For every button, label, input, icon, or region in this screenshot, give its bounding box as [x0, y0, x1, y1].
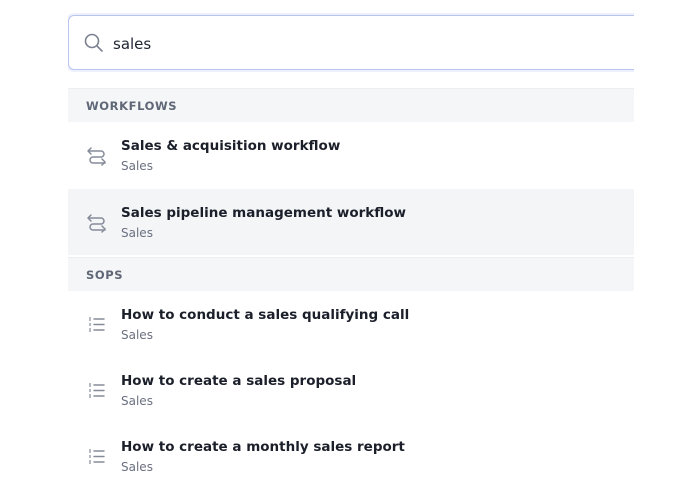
item-title: How to create a sales proposal	[121, 373, 357, 389]
item-title: Sales & acquisition workflow	[121, 138, 341, 154]
numbered-list-icon	[86, 445, 108, 467]
numbered-list-icon	[86, 313, 108, 335]
item-title: Sales pipeline management workflow	[121, 205, 407, 221]
item-title: How to create a monthly sales report	[121, 439, 405, 455]
item-category: Sales	[121, 460, 153, 474]
numbered-list-icon	[86, 379, 108, 401]
section-header-workflows: WORKFLOWS	[68, 88, 634, 122]
list-item[interactable]: Sales & acquisition workflow Sales	[68, 122, 634, 188]
search-icon	[83, 32, 105, 54]
list-item[interactable]: How to conduct a sales qualifying call S…	[68, 291, 634, 357]
item-category: Sales	[121, 159, 153, 173]
workflow-icon	[86, 211, 108, 233]
section-header-sops: SOPS	[68, 257, 634, 291]
list-item[interactable]: Sales pipeline management workflow Sales	[68, 189, 634, 255]
search-box[interactable]	[68, 15, 634, 70]
item-category: Sales	[121, 328, 153, 342]
item-title: How to conduct a sales qualifying call	[121, 307, 410, 323]
search-input[interactable]	[113, 32, 593, 56]
list-item[interactable]: How to create a monthly sales report Sal…	[68, 423, 634, 489]
item-category: Sales	[121, 394, 153, 408]
workflow-icon	[86, 144, 108, 166]
search-results-panel: WORKFLOWS Sales & acquisition workflow S…	[68, 0, 634, 489]
item-category: Sales	[121, 226, 153, 240]
list-item[interactable]: How to create a sales proposal Sales	[68, 357, 634, 423]
